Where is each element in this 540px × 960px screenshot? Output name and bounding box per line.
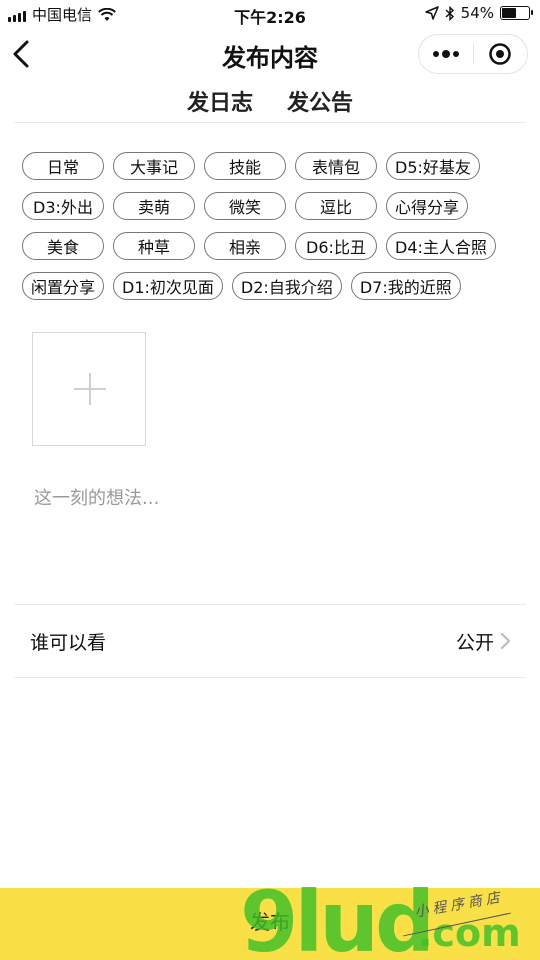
tag-chip[interactable]: 大事记 — [113, 152, 195, 180]
more-button[interactable] — [419, 35, 473, 73]
tag-chip[interactable]: 技能 — [204, 152, 286, 180]
status-bar: 中国电信 下午2:26 54% — [0, 0, 540, 28]
target-circle-icon — [489, 43, 511, 65]
tag-chip[interactable]: 表情包 — [295, 152, 377, 180]
tag-chip[interactable]: D2:自我介绍 — [231, 272, 342, 300]
tag-chip[interactable]: 相亲 — [204, 232, 286, 260]
tag-chip[interactable]: D4:主人合照 — [386, 232, 496, 260]
tag-row-3: 美食 种草 相亲 D6:比丑 D4:主人合照 — [22, 232, 522, 260]
tag-chip[interactable]: 美食 — [22, 232, 104, 260]
tag-chip[interactable]: 心得分享 — [386, 192, 469, 220]
bluetooth-icon — [445, 5, 454, 21]
tag-chip[interactable]: D7:我的近照 — [350, 272, 461, 300]
status-right: 54% — [424, 4, 533, 22]
more-dots-icon — [432, 50, 459, 58]
tag-chip[interactable]: 微笑 — [204, 192, 286, 220]
divider-middle — [14, 604, 526, 605]
thought-input[interactable] — [34, 484, 514, 584]
visibility-setting[interactable]: 谁可以看 公开 — [0, 606, 540, 676]
visibility-label: 谁可以看 — [30, 632, 107, 654]
tag-chip[interactable]: D6:比丑 — [295, 232, 377, 260]
nav-bar: 发布内容 — [0, 28, 540, 80]
watermark-logo: 9lud — [240, 873, 435, 960]
tag-chip[interactable]: D1:初次见面 — [113, 272, 223, 300]
battery-percent: 54% — [460, 4, 494, 22]
tag-list: 日常 大事记 技能 表情包 D5:好基友 D3:外出 卖萌 微笑 逗比 心得分享… — [22, 152, 522, 312]
divider-bottom — [14, 677, 526, 678]
close-mini-program-button[interactable] — [473, 35, 527, 73]
tab-announcement[interactable]: 发公告 — [287, 82, 353, 122]
chevron-right-icon — [500, 632, 511, 650]
tab-diary[interactable]: 发日志 — [187, 82, 253, 122]
tag-chip[interactable]: 卖萌 — [113, 192, 195, 220]
tag-row-2: D3:外出 卖萌 微笑 逗比 心得分享 — [22, 192, 522, 220]
watermark-domain: .com — [418, 911, 521, 955]
tag-chip[interactable]: 日常 — [22, 152, 104, 180]
tab-bar: 发日志 发公告 — [0, 82, 540, 122]
mini-program-capsule — [418, 34, 528, 74]
plus-icon-vertical — [89, 373, 91, 405]
divider-top — [14, 122, 526, 123]
battery-fill — [502, 8, 517, 18]
visibility-value: 公开 — [455, 632, 494, 654]
tag-chip[interactable]: 闲置分享 — [22, 272, 105, 300]
add-image-button[interactable] — [32, 332, 146, 446]
tag-chip[interactable]: D5:好基友 — [386, 152, 480, 180]
location-arrow-icon — [424, 6, 439, 20]
tag-row-1: 日常 大事记 技能 表情包 D5:好基友 — [22, 152, 522, 180]
tag-chip[interactable]: 逗比 — [295, 192, 377, 220]
tag-row-4: 闲置分享 D1:初次见面 D2:自我介绍 D7:我的近照 — [22, 272, 522, 300]
tag-chip[interactable]: D3:外出 — [22, 192, 104, 220]
battery-icon — [500, 6, 533, 20]
tag-chip[interactable]: 种草 — [113, 232, 195, 260]
